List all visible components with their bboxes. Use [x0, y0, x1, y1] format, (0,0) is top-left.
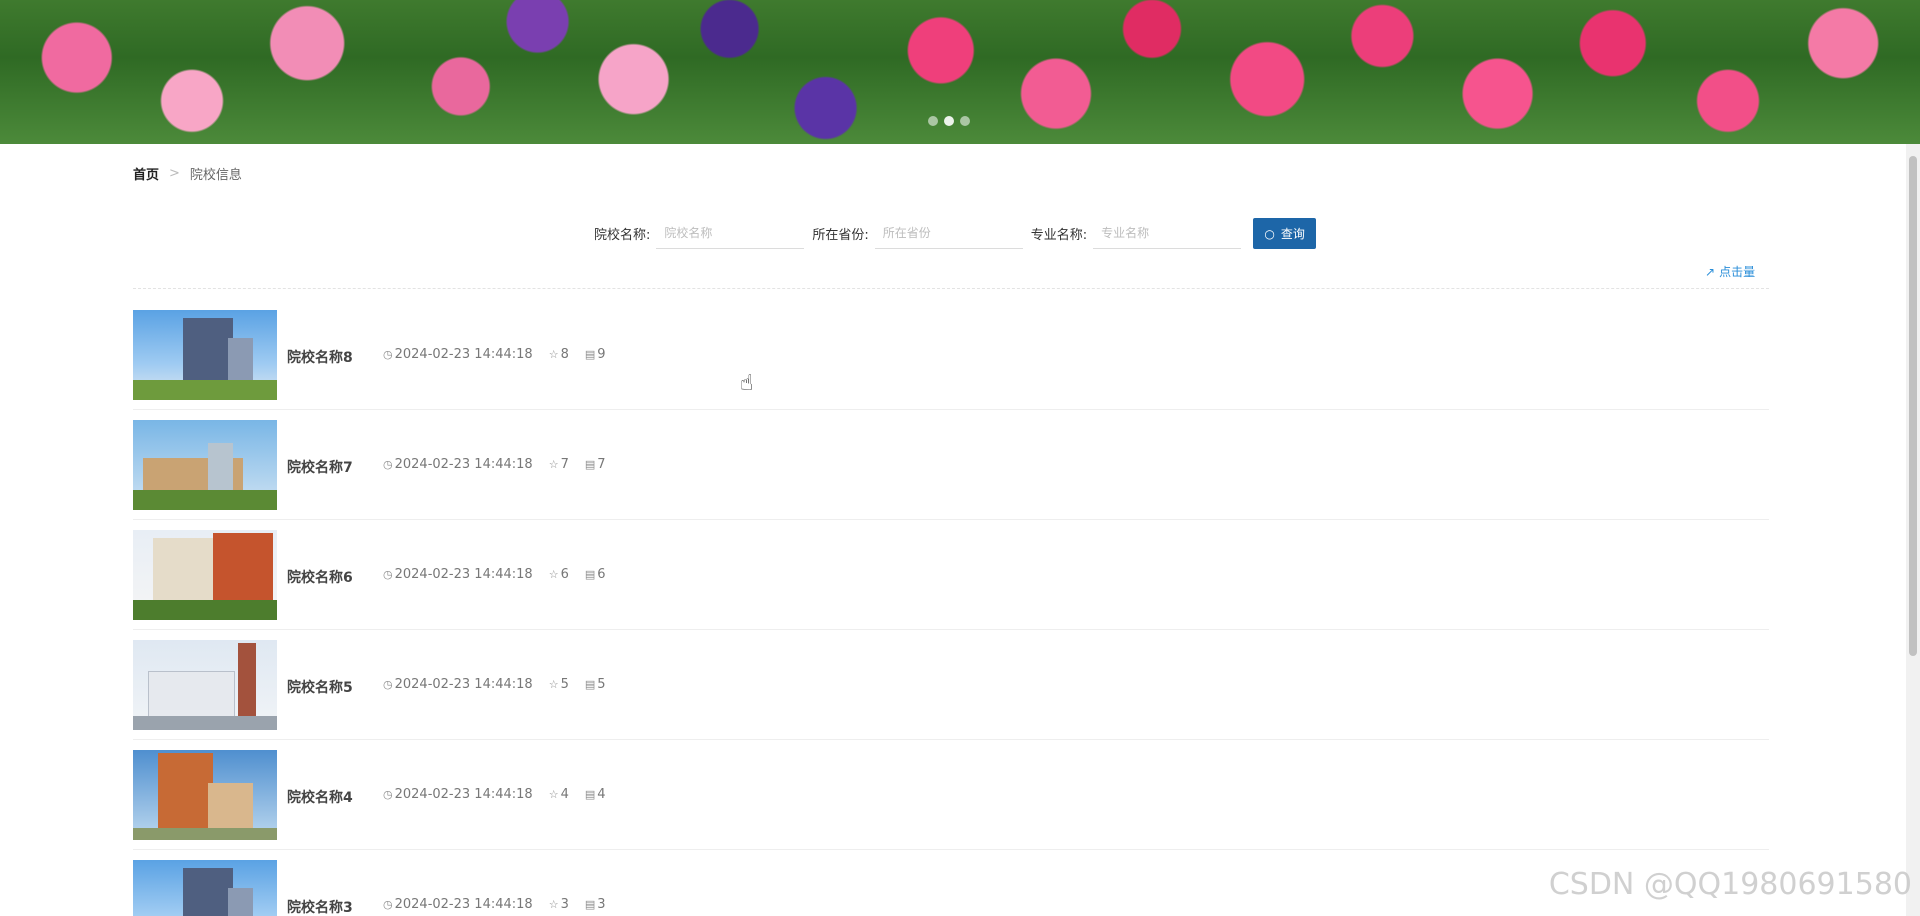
school-thumbnail[interactable]: [133, 639, 277, 730]
list-item[interactable]: 院校名称4 ◷ 2024-02-23 14:44:18 ☆ 4 ▤ 4: [133, 740, 1769, 850]
item-meta: ◷ 2024-02-23 14:44:18 ☆ 6 ▤ 6: [383, 567, 622, 582]
clock-icon: ◷: [383, 568, 393, 581]
item-views: 6: [597, 567, 606, 582]
school-thumbnail[interactable]: [133, 419, 277, 510]
item-time: 2024-02-23 14:44:18: [394, 457, 533, 472]
document-icon: ▤: [584, 568, 596, 581]
search-button-label: 查询: [1280, 227, 1305, 241]
province-input[interactable]: [874, 218, 1023, 249]
item-stars: 6: [560, 567, 569, 582]
school-title[interactable]: 院校名称4: [287, 787, 383, 807]
banner-carousel[interactable]: [0, 0, 1920, 144]
item-time: 2024-02-23 14:44:18: [394, 347, 533, 362]
item-time: 2024-02-23 14:44:18: [394, 567, 533, 582]
star-icon: ☆: [548, 678, 559, 691]
item-stars: 5: [560, 677, 569, 692]
carousel-indicators: [928, 116, 970, 126]
school-thumbnail[interactable]: [133, 309, 277, 400]
breadcrumb-current: 院校信息: [189, 168, 242, 183]
clock-icon: ◷: [383, 458, 393, 471]
breadcrumb-separator: >: [169, 166, 180, 181]
item-meta: ◷ 2024-02-23 14:44:18 ☆ 5 ▤ 5: [383, 677, 622, 692]
document-icon: ▤: [584, 898, 596, 911]
trend-icon: ↗: [1705, 264, 1716, 279]
list-item[interactable]: 院校名称8 ◷ 2024-02-23 14:44:18 ☆ 8 ▤ 9: [133, 300, 1769, 410]
list-item[interactable]: 院校名称3 ◷ 2024-02-23 14:44:18 ☆ 3 ▤ 3: [133, 850, 1769, 916]
sort-by-clicks-link[interactable]: ↗ 点击量: [1705, 263, 1755, 280]
sort-by-clicks-label: 点击量: [1719, 265, 1756, 279]
document-icon: ▤: [584, 348, 596, 361]
school-title[interactable]: 院校名称7: [287, 457, 383, 477]
school-title[interactable]: 院校名称6: [287, 567, 383, 587]
item-time: 2024-02-23 14:44:18: [394, 897, 533, 912]
item-stars: 4: [560, 787, 569, 802]
item-time: 2024-02-23 14:44:18: [394, 677, 533, 692]
item-views: 5: [597, 677, 606, 692]
star-icon: ☆: [548, 348, 559, 361]
school-thumbnail[interactable]: [133, 859, 277, 916]
school-title[interactable]: 院校名称3: [287, 897, 383, 916]
breadcrumb: 首页 > 院校信息: [133, 164, 242, 183]
major-name-label: 专业名称:: [1030, 228, 1088, 243]
list-item[interactable]: 院校名称7 ◷ 2024-02-23 14:44:18 ☆ 7 ▤ 7: [133, 410, 1769, 520]
item-stars: 8: [560, 347, 569, 362]
carousel-dot-2[interactable]: [944, 116, 954, 126]
scrollbar-thumb[interactable]: [1909, 156, 1917, 656]
search-button[interactable]: ○ 查询: [1253, 218, 1317, 249]
item-views: 9: [597, 347, 606, 362]
document-icon: ▤: [584, 788, 596, 801]
item-views: 4: [597, 787, 606, 802]
watermark: CSDN @QQ1980691580: [1548, 867, 1912, 902]
item-meta: ◷ 2024-02-23 14:44:18 ☆ 3 ▤ 3: [383, 897, 622, 912]
school-thumbnail[interactable]: [133, 529, 277, 620]
school-name-label: 院校名称:: [594, 228, 651, 243]
page: 首页 > 院校信息 院校名称: 所在省份: 专业名称: ○ 查询 ↗ 点击量 院…: [0, 0, 1920, 916]
carousel-dot-1[interactable]: [928, 116, 938, 126]
item-views: 3: [597, 897, 606, 912]
divider: [133, 288, 1769, 289]
search-icon: ○: [1264, 226, 1275, 241]
item-stars: 7: [560, 457, 569, 472]
item-views: 7: [597, 457, 606, 472]
school-title[interactable]: 院校名称5: [287, 677, 383, 697]
list-item[interactable]: 院校名称6 ◷ 2024-02-23 14:44:18 ☆ 6 ▤ 6: [133, 520, 1769, 630]
clock-icon: ◷: [383, 898, 393, 911]
school-title[interactable]: 院校名称8: [287, 347, 383, 367]
page-scrollbar[interactable]: [1906, 144, 1920, 916]
province-label: 所在省份:: [812, 228, 869, 243]
search-bar: 院校名称: 所在省份: 专业名称: ○ 查询: [594, 218, 1317, 249]
star-icon: ☆: [548, 788, 559, 801]
list-item[interactable]: 院校名称5 ◷ 2024-02-23 14:44:18 ☆ 5 ▤ 5: [133, 630, 1769, 740]
breadcrumb-home[interactable]: 首页: [133, 164, 159, 183]
document-icon: ▤: [584, 678, 596, 691]
item-meta: ◷ 2024-02-23 14:44:18 ☆ 4 ▤ 4: [383, 787, 622, 802]
school-name-input[interactable]: [656, 218, 805, 249]
clock-icon: ◷: [383, 788, 393, 801]
item-stars: 3: [560, 897, 569, 912]
star-icon: ☆: [548, 898, 559, 911]
item-time: 2024-02-23 14:44:18: [394, 787, 533, 802]
star-icon: ☆: [548, 568, 559, 581]
item-meta: ◷ 2024-02-23 14:44:18 ☆ 8 ▤ 9: [383, 347, 622, 362]
clock-icon: ◷: [383, 348, 393, 361]
item-meta: ◷ 2024-02-23 14:44:18 ☆ 7 ▤ 7: [383, 457, 622, 472]
star-icon: ☆: [548, 458, 559, 471]
mouse-pointer-icon: ☝: [740, 371, 754, 396]
major-name-input[interactable]: [1093, 218, 1242, 249]
document-icon: ▤: [584, 458, 596, 471]
school-thumbnail[interactable]: [133, 749, 277, 840]
clock-icon: ◷: [383, 678, 393, 691]
school-list: 院校名称8 ◷ 2024-02-23 14:44:18 ☆ 8 ▤ 9 院校名称7 ◷…: [133, 300, 1769, 916]
carousel-dot-3[interactable]: [960, 116, 970, 126]
